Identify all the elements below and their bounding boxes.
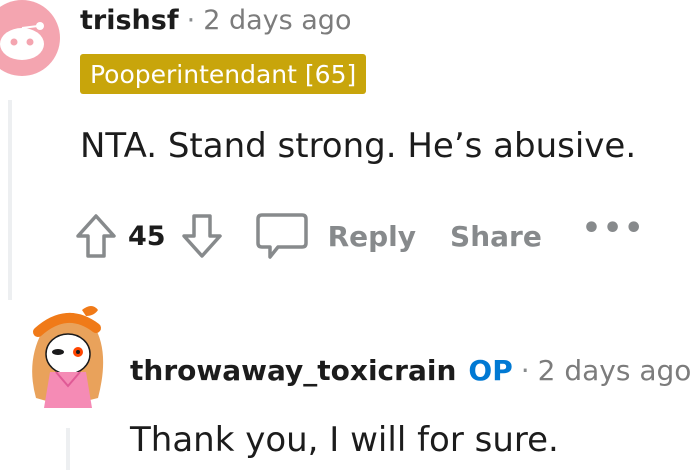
comment-header: trishsf · 2 days ago bbox=[80, 0, 351, 40]
op-badge: OP bbox=[468, 353, 513, 387]
thread-line[interactable] bbox=[66, 428, 70, 470]
comment-body: NTA. Stand strong. He’s abusive. bbox=[80, 126, 637, 166]
ellipsis-icon[interactable]: ••• bbox=[582, 211, 646, 246]
separator-dot: · bbox=[186, 4, 196, 36]
comment-timestamp[interactable]: 2 days ago bbox=[538, 354, 692, 387]
user-flair: Pooperintendant [65] bbox=[80, 54, 367, 94]
arrow-down-icon[interactable] bbox=[180, 212, 224, 260]
reply-button[interactable]: Reply bbox=[328, 220, 416, 253]
arrow-up-icon[interactable] bbox=[74, 212, 118, 260]
vote-score: 45 bbox=[128, 220, 166, 252]
comment-timestamp[interactable]: 2 days ago bbox=[203, 5, 351, 36]
comment-body: Thank you, I will for sure. bbox=[130, 420, 559, 460]
speech-bubble-icon[interactable] bbox=[254, 211, 310, 261]
comment-author[interactable]: trishsf bbox=[80, 5, 179, 36]
share-button[interactable]: Share bbox=[450, 220, 542, 253]
thread-line[interactable] bbox=[8, 100, 12, 300]
avatar[interactable] bbox=[0, 0, 64, 84]
comment-author[interactable]: throwaway_toxicrain bbox=[130, 354, 456, 387]
comment-actions: 45 Reply Share ••• bbox=[74, 208, 645, 264]
comment-header: throwaway_toxicrain OP · 2 days ago bbox=[130, 348, 691, 392]
separator-dot: · bbox=[520, 353, 530, 387]
avatar[interactable] bbox=[22, 302, 112, 412]
